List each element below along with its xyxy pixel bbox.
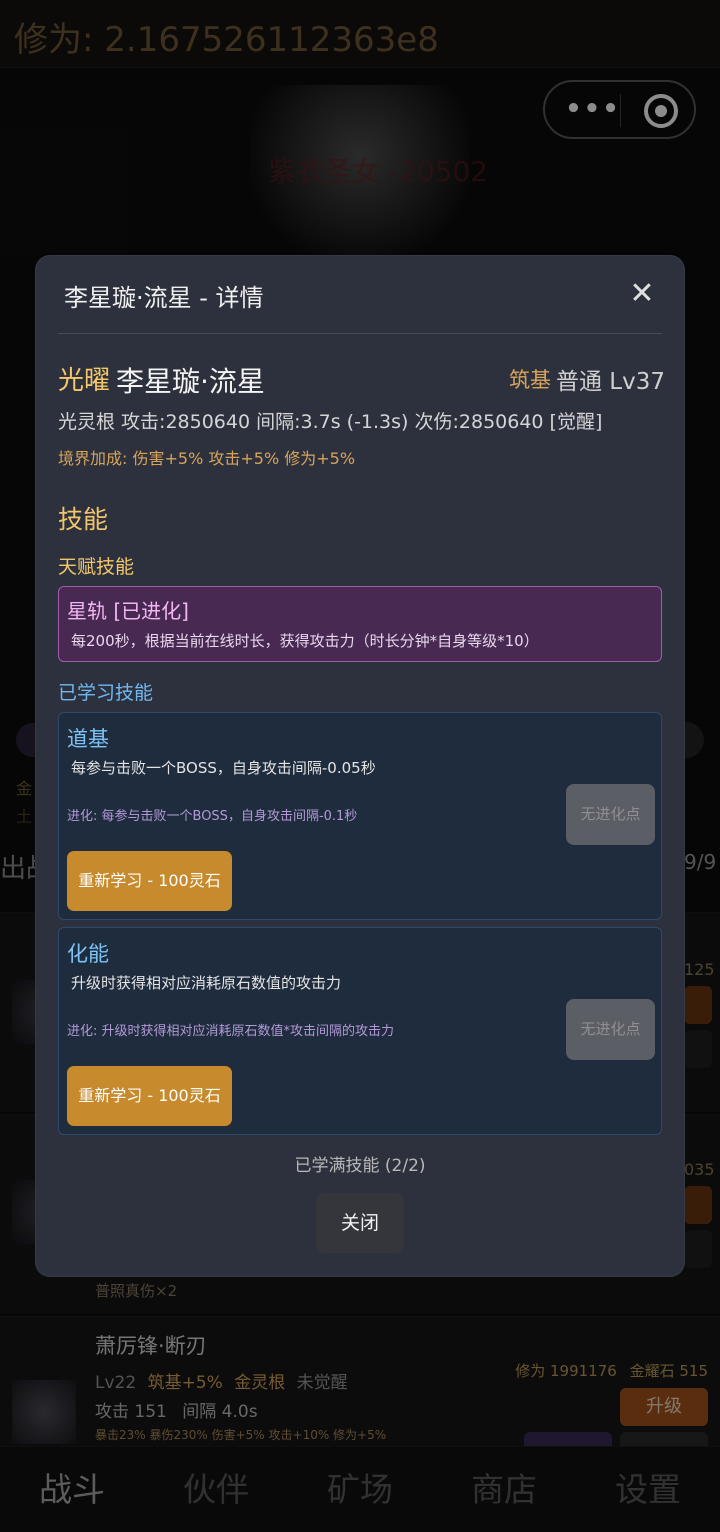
rarity-label: 光曜	[58, 366, 111, 396]
partner-name: 李星璇·流星	[116, 365, 265, 398]
partner-detail-modal: 李星璇·流星 - 详情 ✕ 光曜 李星璇·流星 筑基 普通 Lv37 光灵根 攻…	[36, 256, 684, 1276]
skills-heading: 技能	[58, 505, 109, 534]
learned-status: 已学满技能 (2/2)	[294, 1156, 426, 1176]
skill-evolution: 进化: 每参与击败一个BOSS，自身攻击间隔-0.1秒	[67, 809, 358, 824]
grade-level: 普通 Lv37	[556, 369, 666, 395]
close-icon[interactable]: ✕	[628, 279, 656, 309]
skill-desc: 升级时获得相对应消耗原石数值的攻击力	[71, 974, 342, 992]
evolve-button[interactable]: 无进化点	[566, 784, 655, 845]
learned-heading: 已学习技能	[58, 682, 154, 704]
skill-card: 道基 每参与击败一个BOSS，自身攻击间隔-0.05秒 进化: 每参与击败一个B…	[58, 712, 662, 920]
evolve-button[interactable]: 无进化点	[566, 999, 655, 1060]
skill-desc: 每参与击败一个BOSS，自身攻击间隔-0.05秒	[71, 759, 376, 777]
relearn-button[interactable]: 重新学习 - 100灵石	[67, 851, 232, 911]
skill-evolution: 进化: 升级时获得相对应消耗原石数值*攻击间隔的攻击力	[67, 1024, 395, 1039]
modal-title: 李星璇·流星 - 详情	[64, 284, 264, 312]
skill-name: 化能	[67, 942, 109, 966]
realm-label: 筑基	[509, 368, 551, 392]
relearn-button[interactable]: 重新学习 - 100灵石	[67, 1066, 232, 1126]
realm-bonus: 境界加成: 伤害+5% 攻击+5% 修为+5%	[58, 449, 356, 468]
talent-skill-name: 星轨 [已进化]	[67, 599, 189, 623]
talent-skill-desc: 每200秒，根据当前在线时长，获得攻击力（时长分钟*自身等级*10）	[71, 632, 539, 650]
talent-skill-card: 星轨 [已进化] 每200秒，根据当前在线时长，获得攻击力（时长分钟*自身等级*…	[58, 586, 662, 662]
close-button[interactable]: 关闭	[316, 1193, 404, 1253]
divider	[58, 333, 662, 334]
talent-heading: 天赋技能	[58, 556, 135, 578]
partner-stats: 光灵根 攻击:2850640 间隔:3.7s (-1.3s) 次伤:285064…	[58, 411, 603, 433]
skill-card: 化能 升级时获得相对应消耗原石数值的攻击力 进化: 升级时获得相对应消耗原石数值…	[58, 927, 662, 1135]
skill-name: 道基	[67, 727, 109, 751]
